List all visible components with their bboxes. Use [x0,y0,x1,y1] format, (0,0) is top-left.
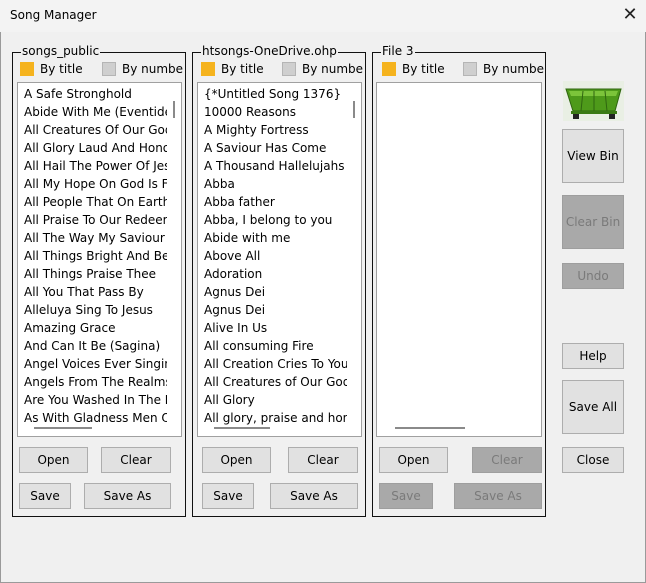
sort-by-number-label: By numbe [122,62,184,76]
save-all-button[interactable]: Save All [562,380,624,434]
sort-selected-indicator [20,62,34,76]
skip-bin-icon-graphic [563,81,624,121]
horizontal-scrollbar-thumb[interactable] [34,427,92,429]
open-button[interactable]: Open [202,447,271,473]
sort-by-title-label: By title [221,62,264,76]
list-item[interactable]: Abide With Me (Eventide) [24,103,167,121]
clear-button[interactable]: Clear [288,447,358,473]
save-as-button[interactable]: Save As [84,483,171,509]
list-item[interactable]: Adoration [204,265,347,283]
song-list-items: {*Untitled Song 1376} 10000 Reasons A Mi… [204,85,347,427]
song-list[interactable] [376,82,542,437]
list-item[interactable]: A Safe Stronghold [24,85,167,103]
list-item[interactable]: Angel Voices Ever Singing [24,355,167,373]
list-item[interactable]: All Hail The Power Of Jesus [24,157,167,175]
list-item[interactable]: Abide with me [204,229,347,247]
panel-file-3: File 3 By title By numbe Open Clear Save… [372,44,546,517]
list-item[interactable]: Abba [204,175,347,193]
save-as-button[interactable]: Save As [454,483,542,509]
song-list[interactable]: A Safe Stronghold Abide With Me (Eventid… [17,82,182,437]
list-item[interactable]: All The Way My Saviour Le [24,229,167,247]
list-item[interactable]: Angels From The Realms C [24,373,167,391]
sort-by-title-label: By title [40,62,83,76]
list-item[interactable]: As With Gladness Men Of [24,409,167,427]
panel-title: htsongs-OneDrive.ohp [201,44,338,58]
sort-by-number-option[interactable]: By numbe [102,61,183,77]
sort-unselected-indicator [102,62,116,76]
open-button[interactable]: Open [379,447,448,473]
sort-by-title-option[interactable]: By title [382,61,445,77]
close-icon[interactable]: ✕ [618,4,642,28]
panel-songs-public: songs_public By title By numbe A Safe St… [12,44,186,517]
list-item[interactable]: All Things Bright And Beau [24,247,167,265]
sort-by-title-option[interactable]: By title [20,61,83,77]
sort-selected-indicator [382,62,396,76]
clear-button[interactable]: Clear [101,447,171,473]
list-item[interactable]: Amazing Grace [24,319,167,337]
save-button[interactable]: Save [379,483,433,509]
list-item[interactable]: A Mighty Fortress [204,121,347,139]
undo-button[interactable]: Undo [562,263,624,289]
list-item[interactable]: Alive In Us [204,319,347,337]
list-item[interactable]: All Creation Cries To You [204,355,347,373]
list-item[interactable]: Alleluya Sing To Jesus [24,301,167,319]
list-item[interactable]: All Glory Laud And Honour [24,139,167,157]
open-button[interactable]: Open [19,447,88,473]
close-button[interactable]: Close [562,447,624,473]
sort-by-title-label: By title [402,62,445,76]
list-item[interactable]: Agnus Dei [204,283,347,301]
list-item[interactable]: A Saviour Has Come [204,139,347,157]
horizontal-scrollbar-thumb[interactable] [395,427,465,429]
skip-bin-icon[interactable] [563,81,624,121]
clear-bin-button[interactable]: Clear Bin [562,195,624,249]
list-item[interactable]: All People That On Earth D [24,193,167,211]
sort-unselected-indicator [463,62,477,76]
list-item[interactable]: And Can It Be (Sagina) [24,337,167,355]
clear-button[interactable]: Clear [472,447,542,473]
save-as-button[interactable]: Save As [270,483,358,509]
vertical-scrollbar-thumb[interactable] [173,101,175,118]
panel-title: songs_public [21,44,101,58]
list-item[interactable]: {*Untitled Song 1376} [204,85,347,103]
sort-selected-indicator [201,62,215,76]
list-item[interactable]: All My Hope On God Is Fou [24,175,167,193]
panel-title: File 3 [381,44,415,58]
horizontal-scrollbar-thumb[interactable] [214,427,270,429]
view-bin-button[interactable]: View Bin [562,129,624,183]
list-item[interactable]: All Praise To Our Redeemi [24,211,167,229]
list-item[interactable]: All Things Praise Thee [24,265,167,283]
save-button[interactable]: Save [19,483,71,509]
sort-unselected-indicator [282,62,296,76]
list-item[interactable]: All You That Pass By [24,283,167,301]
help-button[interactable]: Help [562,343,624,369]
list-item[interactable]: All glory, praise and honou [204,409,347,427]
list-item[interactable]: Above All [204,247,347,265]
sort-by-number-label: By numbe [302,62,364,76]
save-button[interactable]: Save [202,483,254,509]
list-item[interactable]: All Creatures of Our God a [204,373,347,391]
list-item[interactable]: All Glory [204,391,347,409]
list-item[interactable]: A Thousand Hallelujahs [204,157,347,175]
list-item[interactable]: Abba father [204,193,347,211]
list-item[interactable]: Agnus Dei [204,301,347,319]
sort-by-number-label: By numbe [483,62,545,76]
list-item[interactable]: All consuming Fire [204,337,347,355]
title-bar: Song Manager ✕ [0,0,646,32]
list-item[interactable]: All Creatures Of Our God A [24,121,167,139]
sort-by-number-option[interactable]: By numbe [463,61,544,77]
sort-by-title-option[interactable]: By title [201,61,264,77]
list-item[interactable]: Are You Washed In The Bl [24,391,167,409]
panel-htsongs-onedrive: htsongs-OneDrive.ohp By title By numbe {… [192,44,366,517]
song-list[interactable]: {*Untitled Song 1376} 10000 Reasons A Mi… [197,82,362,437]
vertical-scrollbar-thumb[interactable] [353,101,355,118]
window-title: Song Manager [10,8,97,22]
list-item[interactable]: 10000 Reasons [204,103,347,121]
sort-by-number-option[interactable]: By numbe [282,61,363,77]
list-item[interactable]: Abba, I belong to you [204,211,347,229]
song-list-items: A Safe Stronghold Abide With Me (Eventid… [24,85,167,427]
